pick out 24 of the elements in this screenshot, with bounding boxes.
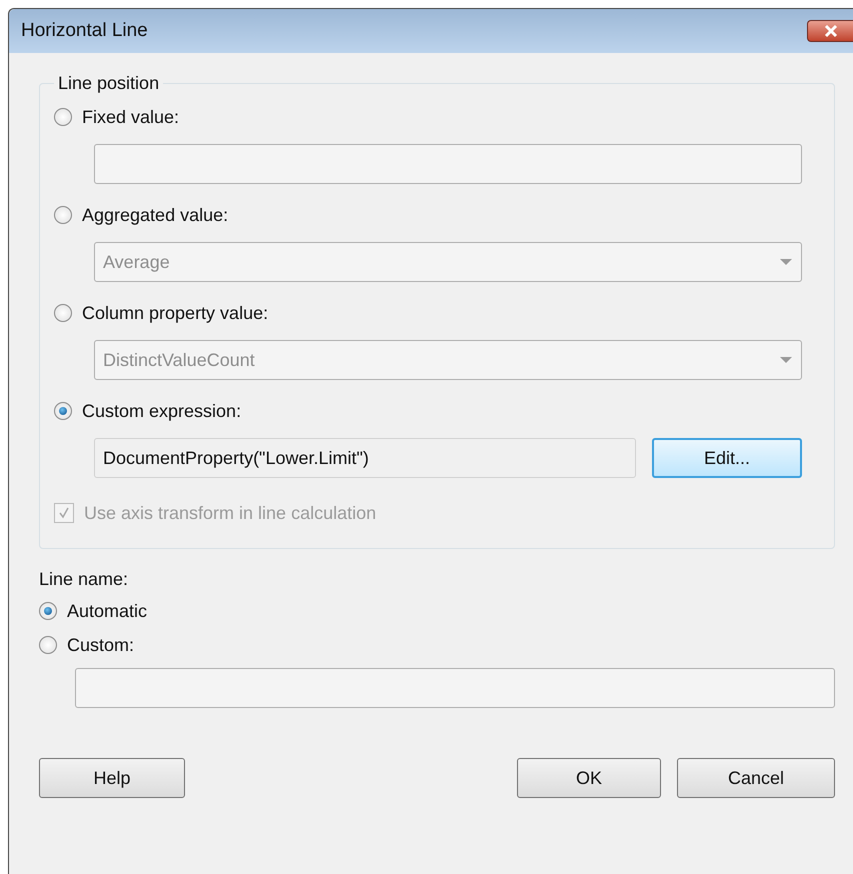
radio-label: Custom expression:	[82, 400, 242, 422]
ok-button[interactable]: OK	[517, 758, 661, 798]
radio-label: Custom:	[67, 634, 134, 656]
dropdown-arrow-icon	[779, 356, 793, 364]
section-label: Line name:	[39, 569, 130, 590]
radio-button[interactable]	[39, 636, 57, 654]
radio-label: Automatic	[67, 600, 148, 622]
radio-button[interactable]	[54, 402, 72, 420]
radio-label: Aggregated value:	[82, 204, 228, 226]
group-label: Line position	[57, 73, 160, 94]
checkbox-label: Use axis transform in line calculation	[84, 502, 376, 524]
edit-button[interactable]: Edit...	[652, 438, 802, 478]
checkmark-icon	[58, 507, 70, 519]
radio-label: Fixed value:	[82, 106, 180, 128]
radio-button[interactable]	[39, 602, 57, 620]
radio-label: Column property value:	[82, 302, 268, 324]
cancel-button[interactable]: Cancel	[677, 758, 835, 798]
help-button[interactable]: Help	[39, 758, 185, 798]
dropdown-arrow-icon	[779, 258, 793, 266]
input-field[interactable]	[75, 668, 835, 708]
close-button[interactable]	[807, 20, 853, 42]
expression-field[interactable]: DocumentProperty("Lower.Limit")	[94, 438, 636, 478]
window-title: Horizontal Line	[21, 20, 148, 42]
close-icon	[822, 24, 838, 38]
